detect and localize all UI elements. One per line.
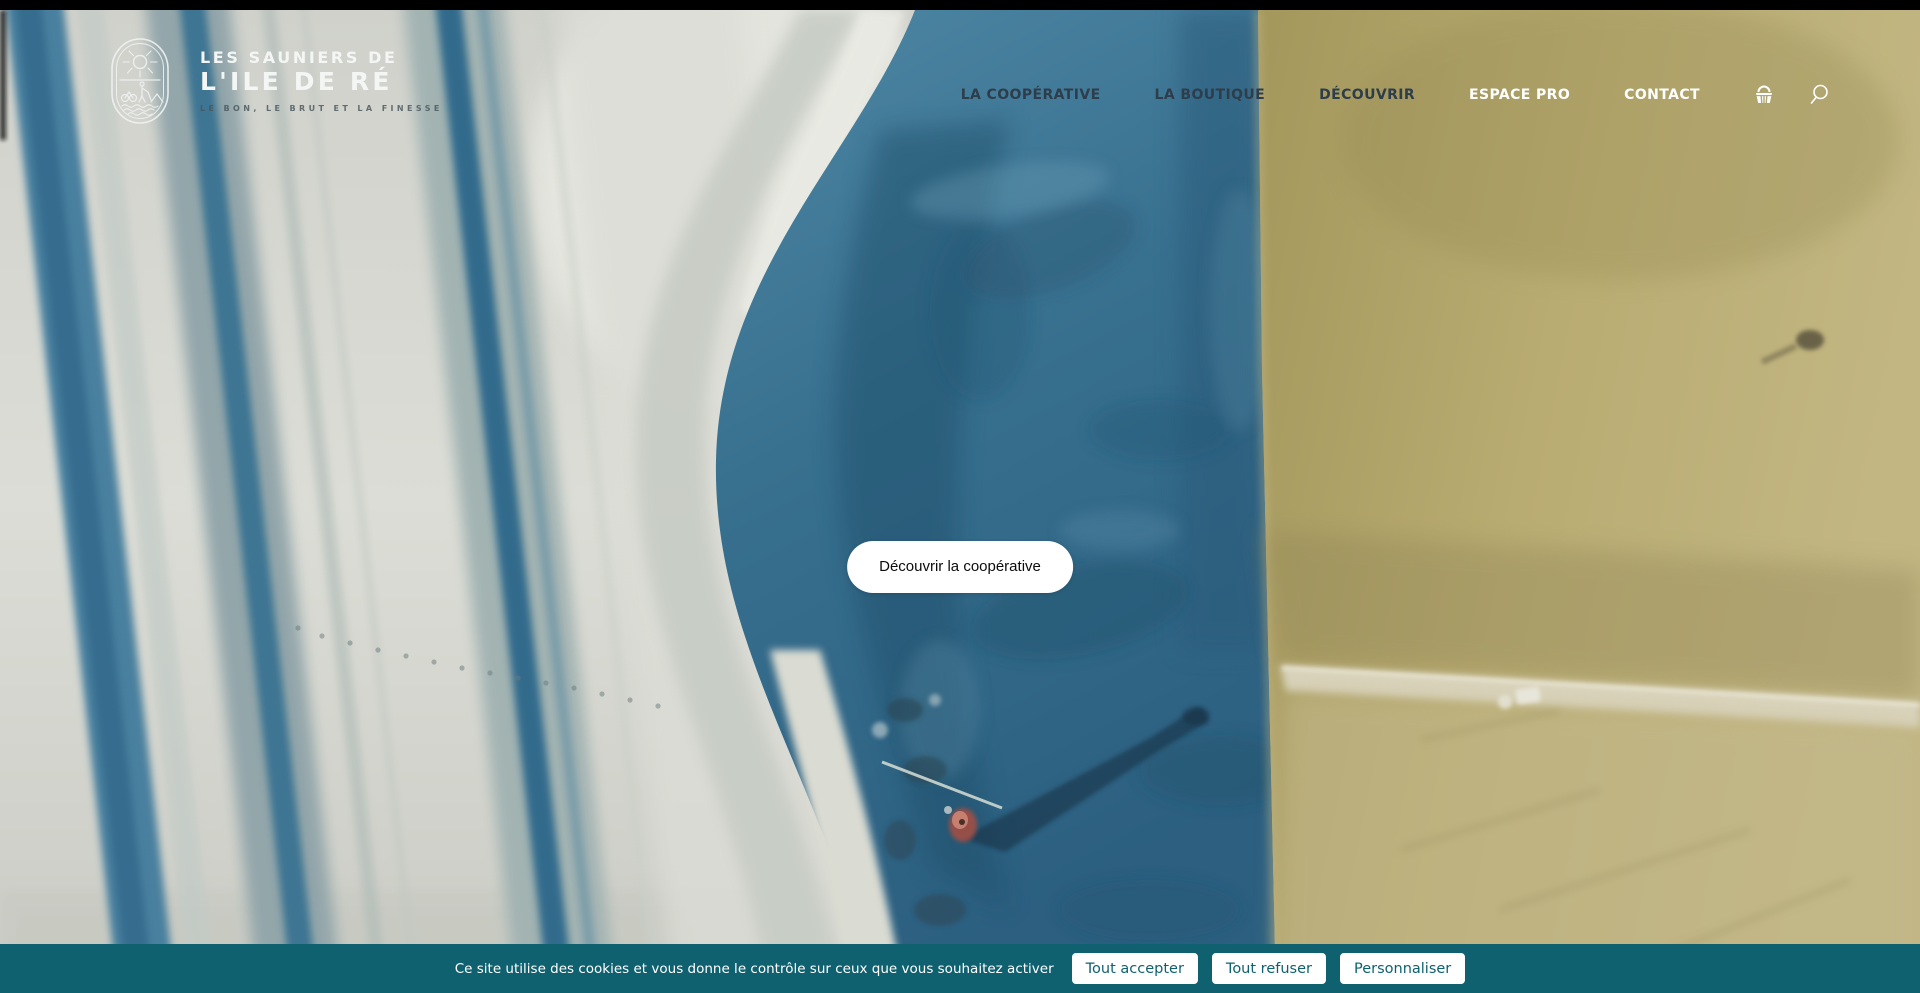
logo-name-line2: L'ILE DE RÉ — [200, 68, 443, 97]
cookie-accept-button[interactable]: Tout accepter — [1072, 953, 1198, 984]
nav-item-la-cooperative[interactable]: LA COOPÉRATIVE — [961, 87, 1101, 103]
logo-tagline: LE BON, LE BRUT ET LA FINESSE — [200, 104, 443, 113]
nav-item-espace-pro[interactable]: ESPACE PRO — [1469, 87, 1570, 103]
search-button[interactable] — [1808, 83, 1830, 106]
cookie-refuse-button[interactable]: Tout refuser — [1212, 953, 1326, 984]
site-logo[interactable]: LES SAUNIERS DE L'ILE DE RÉ LE BON, LE B… — [95, 36, 443, 126]
hero-video-background — [0, 10, 1920, 993]
salt-marsh-aerial-scene — [0, 10, 1920, 993]
letterbox-bar — [0, 0, 1920, 10]
cookie-message: Ce site utilise des cookies et vous donn… — [455, 961, 1054, 977]
nav-item-decouvrir[interactable]: DÉCOUVRIR — [1319, 87, 1415, 103]
nav-item-contact[interactable]: CONTACT — [1624, 87, 1700, 103]
cookie-personalize-button[interactable]: Personnaliser — [1340, 953, 1465, 984]
main-nav: LA COOPÉRATIVE LA BOUTIQUE DÉCOUVRIR ESP… — [961, 83, 1830, 106]
cookie-banner: Ce site utilise des cookies et vous donn… — [0, 944, 1920, 993]
search-icon — [1808, 83, 1830, 106]
site-header: LES SAUNIERS DE L'ILE DE RÉ LE BON, LE B… — [0, 10, 1920, 140]
nav-item-la-boutique[interactable]: LA BOUTIQUE — [1155, 87, 1266, 103]
logo-name-line1: LES SAUNIERS DE — [200, 49, 443, 67]
cart-button[interactable] — [1754, 85, 1774, 104]
hero-cta-button[interactable]: Découvrir la coopérative — [847, 541, 1073, 593]
basket-icon — [1754, 85, 1774, 104]
saunier-emblem-icon — [95, 36, 185, 126]
